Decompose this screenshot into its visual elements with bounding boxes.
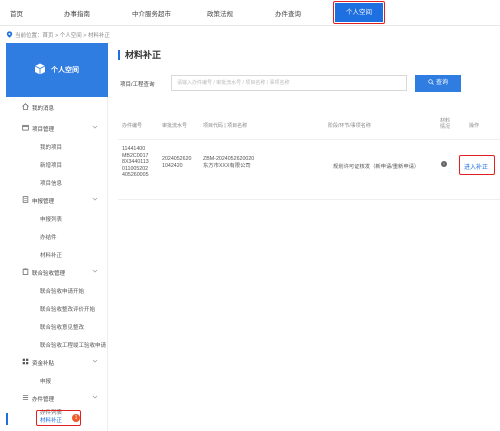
nav-guide[interactable]: 办事指南	[64, 8, 90, 18]
flow-number-line: 2024052620	[162, 156, 192, 162]
sidebar-header: 个人空间	[6, 43, 108, 97]
sidebar-group-label: 联合验收管理	[32, 271, 66, 277]
search-icon	[428, 79, 434, 85]
sidebar-item-project-info[interactable]: 项目信息	[6, 176, 108, 188]
sidebar-sub-label: 联合验收意见整改	[40, 325, 85, 331]
sidebar-item-messages[interactable]: 我的消息	[6, 101, 108, 113]
sidebar-item-acceptance-apply[interactable]: 联合验收申请开始	[6, 284, 108, 296]
folder-icon	[22, 124, 29, 131]
case-number-line: 8X3440113	[122, 159, 149, 165]
sidebar-title: 个人空间	[51, 67, 79, 74]
sidebar-item-completed[interactable]: 办结件	[6, 230, 108, 242]
sidebar-group-label: 项目管理	[32, 127, 55, 133]
sidebar-sub-label: 材料补正	[40, 253, 63, 259]
sidebar-item-subsidy-declare[interactable]: 申报	[6, 374, 108, 386]
project-cell: ZBM-2024052620020 东方市XXX有限公司	[203, 156, 254, 169]
sidebar-sub-label: 联合验收整改评价开始	[40, 307, 96, 313]
top-nav: 首页 办事指南 中介服务超市 政策法规 办件查询 个人空间	[0, 0, 500, 26]
location-pin-icon	[6, 31, 13, 38]
home-icon	[22, 103, 29, 110]
stage-cell: 规划许可证核发（新申请/重新申请）	[333, 164, 420, 170]
column-header: 阶段/环节/事项名称	[328, 123, 371, 129]
search-button-label: 查询	[435, 80, 448, 86]
project-name: 东方市XXX有限公司	[203, 162, 251, 169]
sidebar-item-material-correction-1[interactable]: 材料补正	[6, 248, 108, 260]
sidebar-item-my-projects[interactable]: 我的项目	[6, 140, 108, 152]
nav-query[interactable]: 办件查询	[275, 8, 301, 18]
chevron-down-icon	[92, 395, 98, 399]
flow-number-cell: 2024052620 1042420	[162, 156, 191, 169]
sidebar-sub-label: 申报列表	[40, 217, 63, 223]
chevron-down-icon	[92, 269, 98, 273]
sidebar-sub-label: 办结件	[40, 235, 57, 241]
sidebar-item-new-project[interactable]: 新增项目	[6, 158, 108, 170]
highlight-box-nav	[333, 1, 385, 24]
chevron-down-icon	[92, 125, 98, 129]
search-button[interactable]: 查询	[415, 75, 461, 92]
case-number-line: 405260005	[122, 172, 149, 178]
column-header: 操作	[469, 123, 480, 129]
sidebar-sub-label: 项目信息	[40, 181, 63, 187]
info-icon[interactable]: i	[441, 161, 447, 167]
sidebar-item-label: 我的消息	[32, 106, 55, 112]
sidebar-sub-label: 联合验收申请开始	[40, 289, 85, 295]
page-title: 材料补正	[118, 50, 161, 60]
chevron-down-icon	[92, 359, 98, 363]
nav-policy[interactable]: 政策法规	[207, 8, 233, 18]
search-input[interactable]	[171, 75, 407, 91]
project-code: ZBM-2024052620020	[203, 156, 255, 162]
sidebar-group-projects[interactable]: 项目管理	[6, 122, 108, 134]
sidebar-group-label: 办件管理	[32, 397, 55, 403]
cube-icon	[34, 63, 46, 75]
search-label: 项目/工程查询	[120, 82, 155, 88]
clipboard-icon	[22, 268, 29, 275]
column-header: 审批流水号	[162, 123, 188, 129]
column-header: 材料情况	[440, 118, 451, 130]
sidebar-item-acceptance-completion[interactable]: 联合验收工程竣工验收申请	[6, 338, 108, 350]
document-icon	[22, 196, 29, 203]
sidebar-group-declaration[interactable]: 申报管理	[6, 194, 108, 206]
nav-market[interactable]: 中介服务超市	[132, 8, 171, 18]
highlight-box-sidebar	[36, 410, 81, 426]
sidebar-group-label: 资金补贴	[32, 361, 55, 367]
flow-number-line: 1042420	[162, 162, 183, 169]
chevron-down-icon	[92, 197, 98, 201]
sidebar-group-case-management[interactable]: 办件管理	[6, 392, 108, 404]
case-number-line: 11441400	[122, 146, 146, 152]
sidebar-sub-label: 我的项目	[40, 145, 63, 151]
sidebar-group-subsidy[interactable]: 资金补贴	[6, 356, 108, 368]
sidebar-sub-label: 联合验收工程竣工验收申请	[40, 343, 107, 349]
sidebar-group-label: 申报管理	[32, 199, 55, 205]
grid-icon	[22, 358, 29, 365]
nav-home[interactable]: 首页	[10, 8, 23, 18]
case-number-cell: 11441400 MB2C0017 8X3440113 011005202 40…	[122, 146, 149, 179]
list-icon	[22, 395, 29, 400]
table-row: 11441400 MB2C0017 8X3440113 011005202 40…	[118, 140, 500, 200]
sidebar-group-acceptance[interactable]: 联合验收管理	[6, 266, 108, 278]
sidebar-item-acceptance-review[interactable]: 联合验收整改评价开始	[6, 302, 108, 314]
sidebar-sub-label: 新增项目	[40, 163, 63, 169]
highlight-box-action	[459, 155, 495, 175]
sidebar-item-acceptance-rectify[interactable]: 联合验收意见整改	[6, 320, 108, 332]
column-header: 项目代码 | 项目名称	[203, 123, 248, 129]
sidebar-item-declaration-list[interactable]: 申报列表	[6, 212, 108, 224]
sidebar: 个人空间 我的消息 项目管理 我的项目 新增项目 项目信息 申报管理 申报列表 …	[6, 43, 108, 431]
column-header: 办件编号	[122, 123, 143, 129]
breadcrumb: 当前位置：首页 > 个人空间 > 材料补正	[6, 31, 110, 39]
breadcrumb-text: 当前位置：首页 > 个人空间 > 材料补正	[15, 33, 111, 39]
sidebar-sub-label: 申报	[40, 379, 52, 385]
table-header: 办件编号 审批流水号 项目代码 | 项目名称 阶段/环节/事项名称 材料情况 操…	[118, 110, 500, 140]
